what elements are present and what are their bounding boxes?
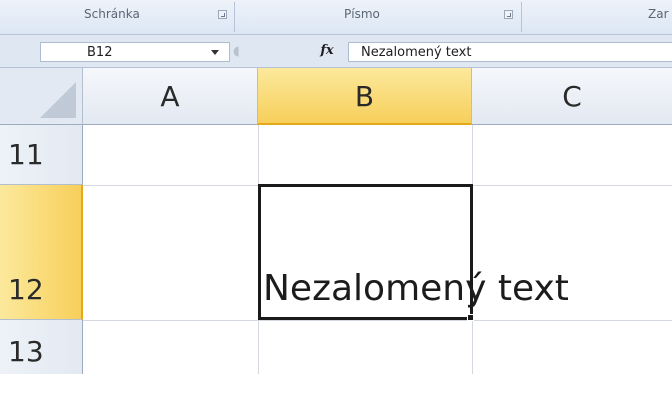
cell-b12-text: Nezalomený text — [263, 268, 569, 309]
formula-input[interactable]: Nezalomený text — [348, 42, 672, 62]
ribbon-group-clipboard-label: Schránka — [84, 7, 140, 21]
name-box-value: B12 — [87, 45, 113, 60]
chevron-down-icon[interactable] — [211, 50, 219, 55]
column-header-b[interactable]: B — [258, 68, 472, 125]
formula-bar: B12 ◖ fx Nezalomený text — [0, 35, 672, 68]
ribbon-group-font-label: Písmo — [344, 7, 380, 21]
ribbon-group-labels: Schránka Písmo Zar — [0, 0, 672, 35]
column-header-a[interactable]: A — [83, 68, 258, 125]
ribbon-group-separator — [234, 2, 235, 32]
font-dialog-launcher-icon[interactable] — [504, 10, 513, 19]
ribbon-group-separator — [521, 2, 522, 32]
row-header-13[interactable]: 13 — [0, 320, 83, 374]
clipboard-dialog-launcher-icon[interactable] — [218, 10, 227, 19]
fill-handle[interactable] — [467, 314, 474, 321]
insert-function-button[interactable]: fx — [312, 43, 342, 61]
formula-value: Nezalomený text — [361, 45, 472, 60]
ribbon-group-alignment-label: Zar — [648, 7, 669, 21]
row-header-12[interactable]: 12 — [0, 185, 83, 320]
formula-bar-resize-icon[interactable]: ◖ — [233, 44, 249, 59]
name-box[interactable]: B12 — [40, 42, 230, 62]
column-header-c[interactable]: C — [472, 68, 672, 125]
select-all-triangle-icon — [40, 82, 76, 118]
row-header-11[interactable]: 11 — [0, 125, 83, 185]
select-all-button[interactable] — [0, 68, 83, 125]
row-gridline — [83, 320, 672, 321]
